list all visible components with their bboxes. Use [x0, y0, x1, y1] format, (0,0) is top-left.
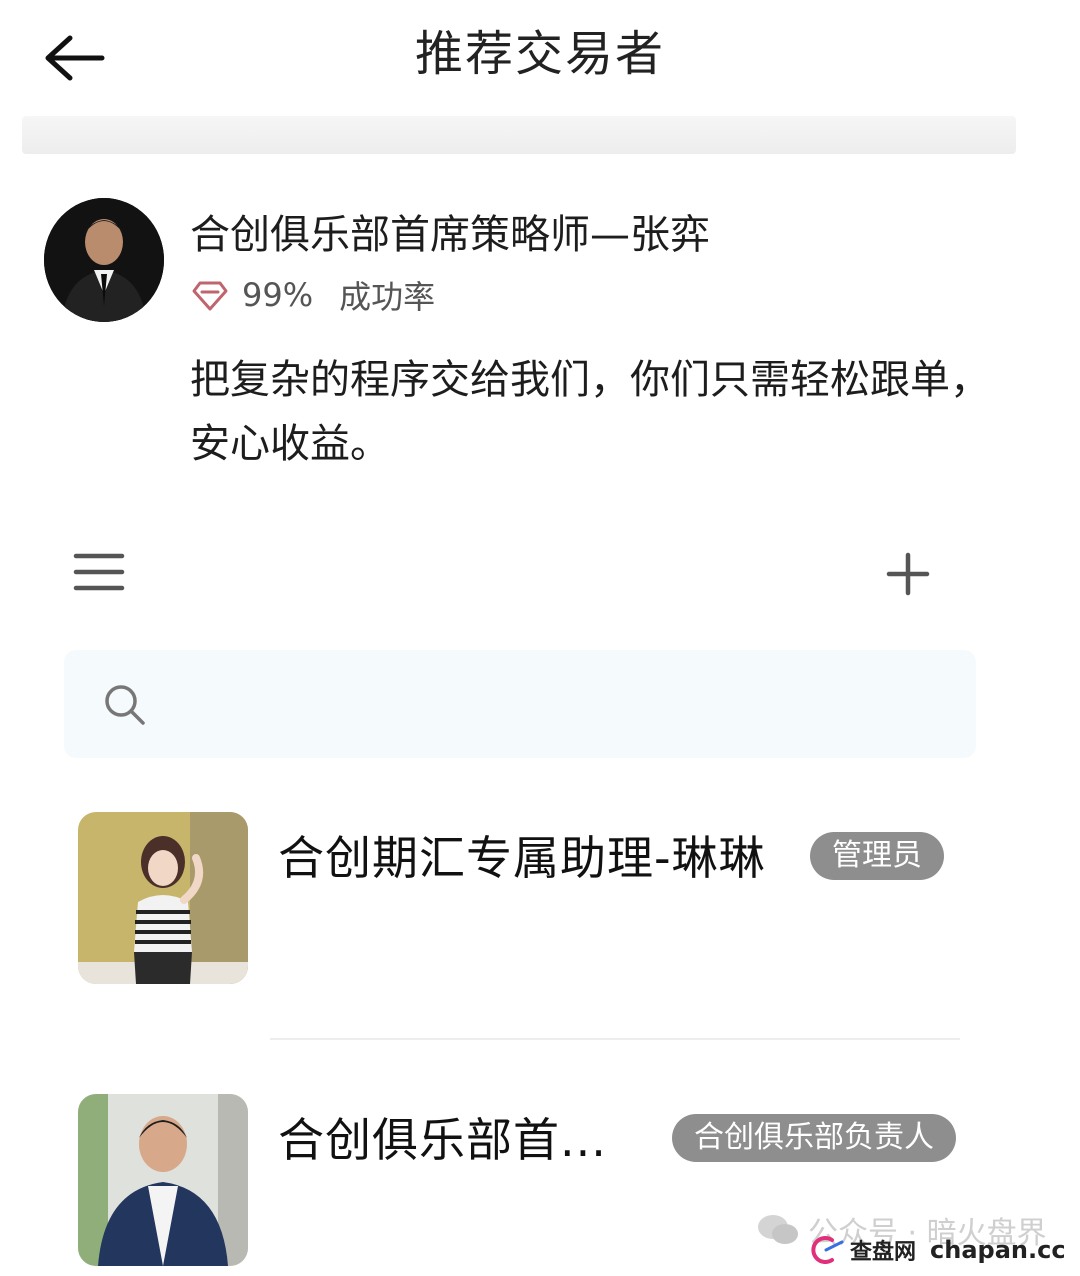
list-item[interactable]: 合创期汇专属助理-琳琳 管理员 [0, 812, 1080, 992]
diamond-icon [192, 281, 228, 311]
wechat-icon [758, 1215, 798, 1244]
watermark-site: 查盘网 chapan.cc [808, 1234, 1066, 1266]
member-avatar [78, 812, 248, 984]
member-name: 合创期汇专属助理-琳琳 [278, 831, 766, 885]
plus-icon[interactable] [884, 550, 932, 598]
page-title: 推荐交易者 [414, 26, 665, 82]
featured-trader-name[interactable]: 合创俱乐部首席策略师—张弈 [190, 202, 710, 260]
role-badge: 管理员 [810, 832, 944, 880]
featured-trader-description: 把复杂的程序交给我们，你们只需轻松跟单，安心收益。 [190, 357, 990, 467]
hamburger-menu-icon[interactable] [72, 550, 128, 594]
success-rate-label: 成功率 [339, 278, 436, 316]
page: 推荐交易者 合创俱乐部首席策略师—张弈 99% 成功率 把复杂的程序交给我们，你… [0, 0, 1080, 1276]
success-rate-value: 99% [242, 276, 314, 314]
member-avatar [78, 1094, 248, 1266]
site-logo-icon [811, 1236, 844, 1264]
search-input[interactable] [64, 650, 976, 758]
role-badge: 合创俱乐部负责人 [672, 1114, 956, 1162]
success-rate-row: 99% 成功率 [190, 270, 435, 320]
watermark-site-cn: 查盘网 [850, 1240, 917, 1265]
watermark-site-en: chapan.cc [930, 1236, 1066, 1264]
search-icon [105, 685, 145, 725]
member-name: 合创俱乐部首... [278, 1113, 607, 1167]
header-banner [22, 116, 1016, 154]
featured-trader-avatar[interactable] [44, 198, 164, 322]
divider [270, 1038, 960, 1040]
